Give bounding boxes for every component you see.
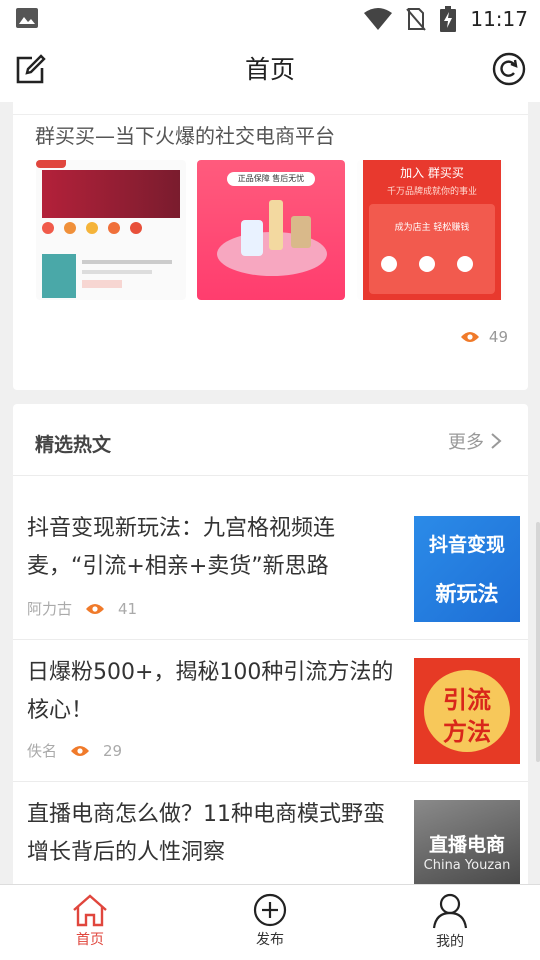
section-title: 精选热文 [35, 434, 112, 456]
battery-charging-icon [440, 6, 457, 32]
nav-publish-label: 发布 [256, 932, 284, 948]
article-item[interactable]: 日爆粉500+，揭秘100种引流方法的核心！ 佚名 29 引流 方法 [13, 640, 528, 782]
hot-articles-header: 精选热文 更多 [13, 404, 528, 476]
promo-views: 49 [460, 328, 508, 346]
eye-icon [71, 745, 90, 756]
promo-image-app-screenshot[interactable] [36, 160, 186, 300]
thumb-line2: 方法 [443, 718, 491, 746]
article-views: 41 [118, 599, 138, 618]
thumb-line2: China Youzan [423, 858, 511, 873]
nav-home-label: 首页 [76, 932, 104, 948]
chevron-right-icon [491, 433, 502, 449]
promo-image-c-title: 加入 群买买 [400, 166, 464, 180]
app-header: 首页 [0, 36, 540, 102]
article-item[interactable]: 抖音变现新玩法：九宫格视频连麦，“引流+相亲+卖货”新思路 阿力古 41 抖音变… [13, 476, 528, 640]
thumb-line1: 直播电商 [428, 834, 505, 856]
article-headline: 抖音变现新玩法：九宫格视频连麦，“引流+相亲+卖货”新思路 [27, 516, 336, 579]
status-bar: 11:17 [0, 0, 540, 36]
article-headline: 直播电商怎么做？11种电商模式野蛮增长背后的人性洞察 [27, 802, 385, 865]
promo-image-products[interactable]: 正品保障 售后无忧 [197, 160, 345, 300]
promo-title: 群买买—当下火爆的社交电商平台 [35, 124, 335, 148]
promo-image-c-subtitle: 千万品牌成就你的事业 [386, 187, 477, 197]
nav-profile-label: 我的 [436, 934, 464, 950]
home-icon [73, 894, 107, 927]
more-label: 更多 [448, 432, 484, 453]
content-scroll[interactable]: 群买买—当下火爆的社交电商平台 正品保障 售后无忧 加入 群买买 千万品牌成就你… [0, 102, 540, 884]
article-author: 佚名 [27, 742, 58, 760]
promo-card[interactable]: 群买买—当下火爆的社交电商平台 正品保障 售后无忧 加入 群买买 千万品牌成就你… [13, 102, 528, 390]
article-thumbnail: 直播电商 China Youzan [414, 800, 520, 884]
article-author: 阿力古 [27, 600, 73, 618]
more-link[interactable]: 更多 [448, 428, 502, 454]
status-time: 11:17 [470, 7, 528, 31]
promo-image-join[interactable]: 加入 群买买 千万品牌成就你的事业 成为店主 轻松赚钱 [357, 160, 505, 300]
article-thumbnail: 抖音变现 新玩法 [414, 516, 520, 622]
eye-icon [86, 603, 105, 614]
gallery-icon [16, 8, 38, 28]
article-headline: 日爆粉500+，揭秘100种引流方法的核心！ [27, 660, 394, 723]
user-icon [432, 893, 468, 929]
plus-circle-icon [253, 893, 287, 927]
article-meta: 佚名 29 [27, 740, 122, 761]
thumb-line1: 抖音变现 [428, 534, 505, 556]
promo-image-b-caption: 正品保障 售后无忧 [237, 174, 305, 183]
promo-image-c-cta: 成为店主 轻松赚钱 [394, 223, 470, 233]
nav-home[interactable]: 首页 [0, 885, 180, 960]
eye-icon [460, 332, 479, 342]
thumb-line2: 新玩法 [435, 582, 499, 606]
nav-publish[interactable]: 发布 [180, 885, 360, 960]
article-meta: 阿力古 41 [27, 598, 137, 619]
thumb-line1: 引流 [443, 686, 491, 714]
no-sim-icon [406, 8, 427, 31]
scrollbar[interactable] [536, 522, 540, 762]
article-thumbnail: 引流 方法 [414, 658, 520, 764]
bottom-nav: 首页 发布 我的 [0, 884, 540, 960]
refresh-icon[interactable] [492, 52, 526, 86]
promo-views-count: 49 [488, 328, 508, 346]
article-views: 29 [103, 741, 123, 760]
article-item[interactable]: 直播电商怎么做？11种电商模式野蛮增长背后的人性洞察 直播电商 China Yo… [13, 782, 528, 884]
nav-profile[interactable]: 我的 [360, 885, 540, 960]
page-title: 首页 [244, 55, 295, 84]
wifi-icon [364, 8, 393, 30]
